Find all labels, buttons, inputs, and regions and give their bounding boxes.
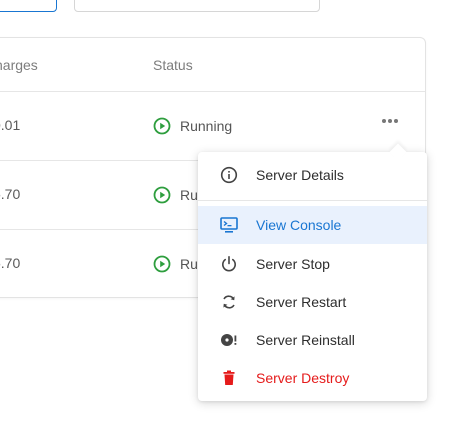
reinstall-icon xyxy=(220,331,238,349)
menu-divider xyxy=(198,200,427,201)
column-header-status: Status xyxy=(153,57,193,73)
row-actions-button[interactable] xyxy=(379,110,401,132)
menu-item-view-console[interactable]: View Console xyxy=(198,206,427,244)
power-icon xyxy=(220,255,238,273)
status-cell: Ru xyxy=(153,255,198,273)
charges-cell: 5.70 xyxy=(0,186,21,202)
menu-item-label: Server Reinstall xyxy=(256,332,355,348)
restart-icon xyxy=(220,293,238,311)
menu-item-server-stop[interactable]: Server Stop xyxy=(198,245,427,283)
column-header-charges: harges xyxy=(0,57,38,73)
menu-item-server-reinstall[interactable]: Server Reinstall xyxy=(198,321,427,359)
status-label: Ru xyxy=(180,187,198,203)
top-action-button[interactable] xyxy=(0,0,57,12)
status-cell: Ru xyxy=(153,186,198,204)
menu-item-label: View Console xyxy=(256,217,342,233)
info-icon xyxy=(220,166,238,184)
search-input[interactable] xyxy=(74,0,320,12)
menu-item-label: Server Stop xyxy=(256,256,330,272)
menu-item-server-destroy[interactable]: Server Destroy xyxy=(198,359,427,397)
status-label: Running xyxy=(180,118,233,134)
menu-item-label: Server Restart xyxy=(256,294,347,310)
more-dots-icon xyxy=(382,119,386,123)
server-list-page: harges Status 0.01 Running 5.70 xyxy=(0,0,455,432)
charges-cell: 0.01 xyxy=(0,117,21,133)
server-actions-menu: Server Details View Console Server Stop … xyxy=(198,143,427,401)
charges-cell: 5.70 xyxy=(0,255,21,271)
table-row: 0.01 Running xyxy=(0,92,425,161)
menu-item-label: Server Destroy xyxy=(256,370,350,386)
running-status-icon xyxy=(153,186,171,204)
running-status-icon xyxy=(153,255,171,273)
monitor-console-icon xyxy=(220,216,238,234)
menu-item-server-details[interactable]: Server Details xyxy=(198,156,427,194)
status-cell: Running xyxy=(153,117,232,135)
menu-item-label: Server Details xyxy=(256,167,344,183)
menu-item-server-restart[interactable]: Server Restart xyxy=(198,283,427,321)
trash-icon xyxy=(220,369,238,387)
table-header: harges Status xyxy=(0,38,425,92)
running-status-icon xyxy=(153,117,171,135)
status-label: Ru xyxy=(180,256,198,272)
